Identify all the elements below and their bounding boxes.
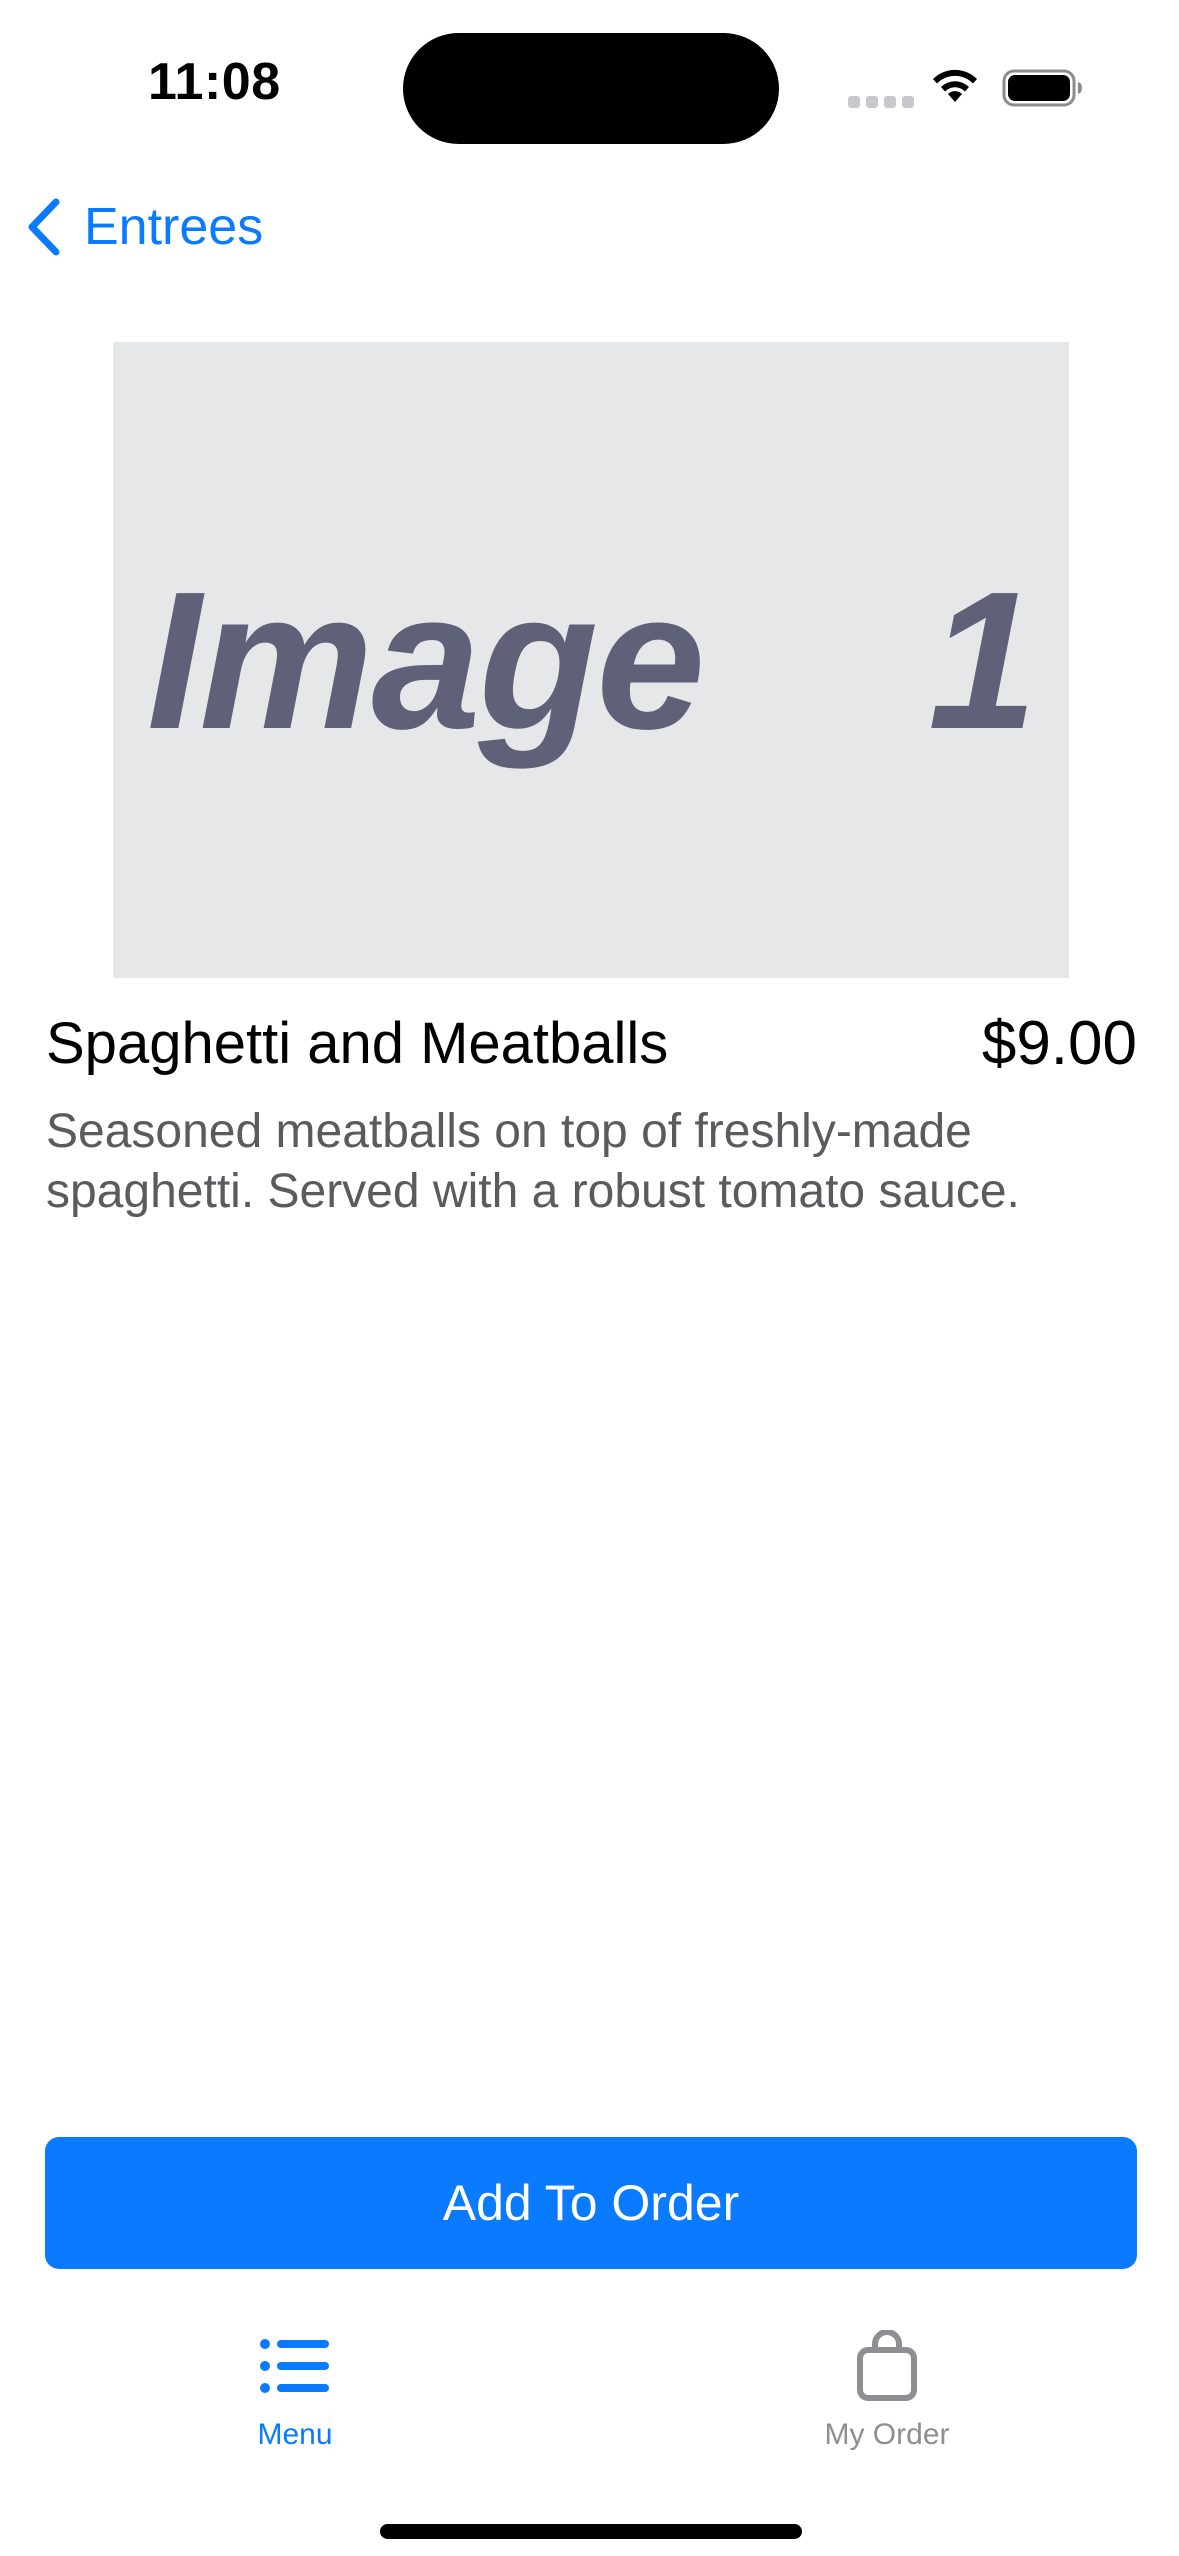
bag-icon bbox=[857, 2330, 917, 2401]
status-time: 11:08 bbox=[148, 53, 281, 111]
battery-icon bbox=[1002, 69, 1082, 107]
back-button-label: Entrees bbox=[84, 198, 264, 256]
item-image-placeholder-text: Image 1 bbox=[146, 550, 1037, 770]
tab-my-order-label: My Order bbox=[824, 2418, 950, 2451]
home-indicator bbox=[380, 2524, 802, 2539]
add-to-order-button[interactable]: Add To Order bbox=[45, 2137, 1137, 2269]
tab-my-order[interactable]: My Order bbox=[737, 2330, 1037, 2452]
item-price: $9.00 bbox=[981, 1009, 1137, 1078]
item-image: Image 1 bbox=[113, 342, 1069, 978]
list-icon bbox=[260, 2339, 329, 2393]
status-bar: 11:08 bbox=[0, 0, 1179, 175]
back-button[interactable]: Entrees bbox=[24, 192, 263, 262]
dynamic-island bbox=[403, 33, 779, 144]
wifi-icon bbox=[933, 69, 977, 102]
cellular-signal-icon bbox=[848, 96, 914, 108]
tab-menu-label: Menu bbox=[257, 2418, 333, 2451]
item-name: Spaghetti and Meatballs bbox=[46, 1011, 669, 1076]
tab-menu[interactable]: Menu bbox=[145, 2330, 445, 2452]
chevron-left-icon bbox=[28, 198, 60, 256]
item-description: Seasoned meatballs on top of freshly-mad… bbox=[46, 1105, 1020, 1218]
